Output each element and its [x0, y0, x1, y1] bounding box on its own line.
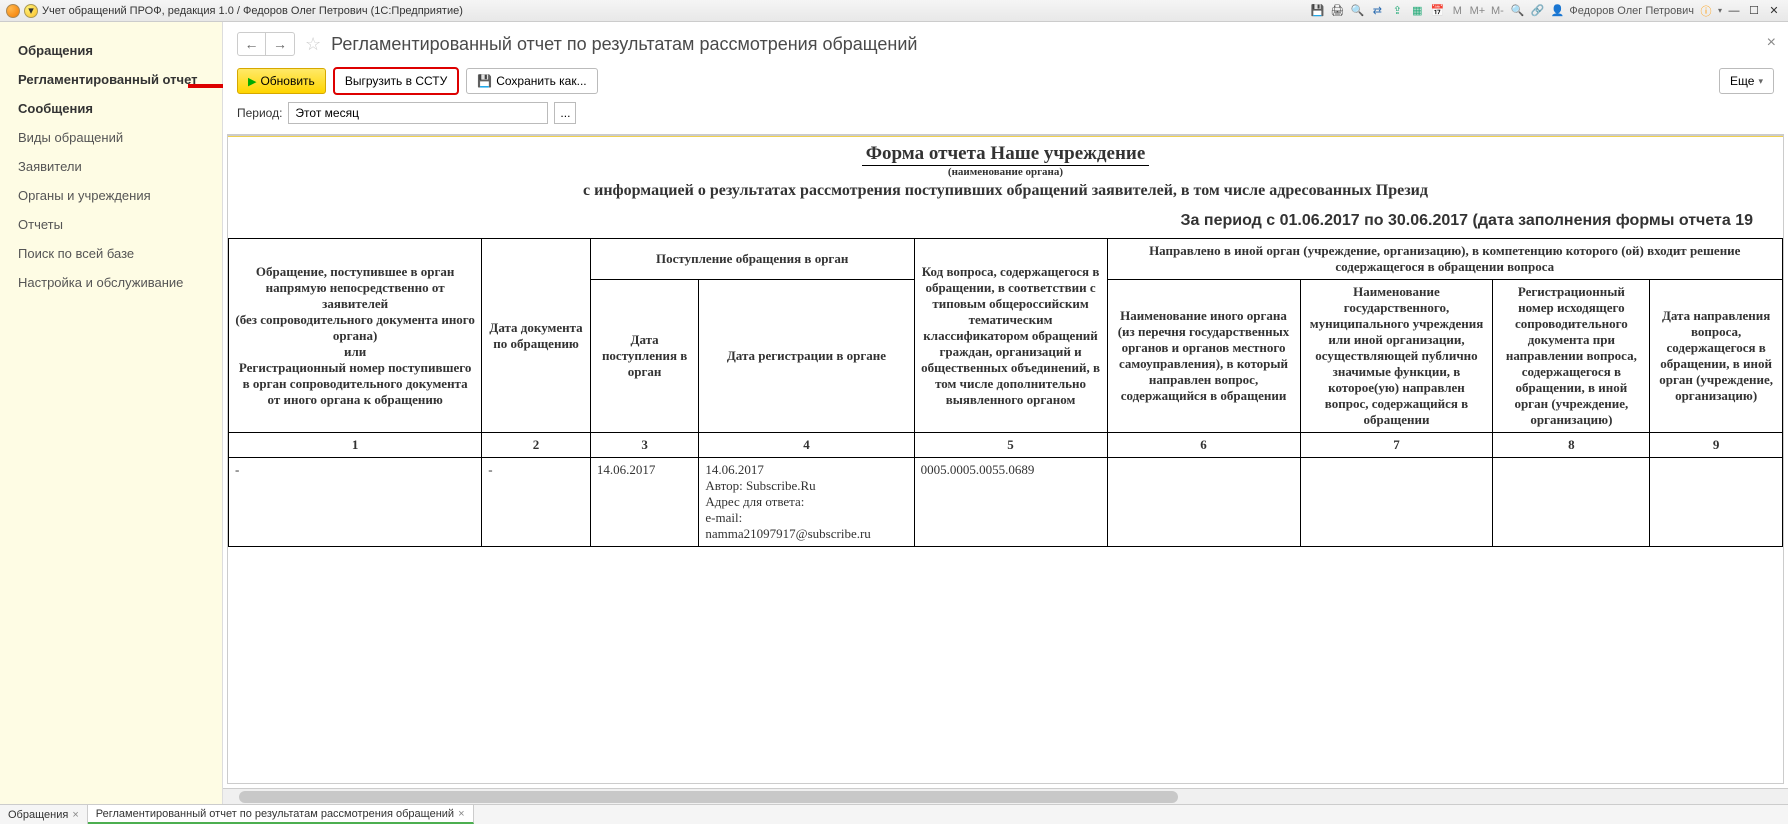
- nav-back-button[interactable]: ←: [238, 33, 266, 55]
- th-col8: Регистрационный номер исходящего сопрово…: [1493, 280, 1650, 433]
- favorite-star-icon[interactable]: ☆: [305, 34, 321, 55]
- preview-icon[interactable]: 🔍: [1349, 3, 1365, 19]
- report-subtitle: (наименование органа): [234, 166, 1777, 178]
- user-name: Федоров Олег Петрович: [1569, 5, 1694, 17]
- cell-c5: 0005.0005.0055.0689: [914, 458, 1107, 547]
- close-window-icon[interactable]: ✕: [1766, 3, 1782, 19]
- sidebar-item-types[interactable]: Виды обращений: [0, 123, 222, 152]
- report-title: Форма отчета Наше учреждение: [862, 143, 1150, 166]
- cell-c7: [1300, 458, 1493, 547]
- m-plus-icon[interactable]: M+: [1469, 3, 1485, 19]
- report-scroll-area[interactable]: Форма отчета Наше учреждение (наименован…: [227, 135, 1784, 784]
- grid-icon[interactable]: ▦: [1409, 3, 1425, 19]
- horizontal-scrollbar[interactable]: [223, 788, 1788, 804]
- th-col9: Дата направления вопроса, содержащегося …: [1650, 280, 1783, 433]
- th-num-8: 8: [1493, 433, 1650, 458]
- cell-c1: -: [229, 458, 482, 547]
- save-icon[interactable]: 💾: [1309, 3, 1325, 19]
- nav-forward-button[interactable]: →: [266, 33, 294, 55]
- report-description: с информацией о результатах рассмотрения…: [234, 178, 1777, 204]
- m-icon[interactable]: M: [1449, 3, 1465, 19]
- th-num-4: 4: [699, 433, 914, 458]
- play-icon: ▶: [248, 75, 256, 88]
- m-minus-icon[interactable]: M-: [1489, 3, 1505, 19]
- sidebar: Обращения Регламентированный отчет Сообщ…: [0, 22, 223, 804]
- sidebar-item-applicants[interactable]: Заявители: [0, 152, 222, 181]
- chevron-down-icon: ▾: [1758, 76, 1763, 87]
- more-button[interactable]: Еще ▾: [1719, 68, 1774, 94]
- sidebar-item-reports[interactable]: Отчеты: [0, 210, 222, 239]
- period-input[interactable]: [288, 102, 548, 124]
- print-icon[interactable]: 🖨: [1329, 3, 1345, 19]
- report-table: Обращение, поступившее в орган напрямую …: [228, 238, 1783, 547]
- tab-regreport[interactable]: Регламентированный отчет по результатам …: [88, 805, 474, 824]
- cell-c4: 14.06.2017 Автор: Subscribe.Ru Адрес для…: [699, 458, 914, 547]
- sidebar-item-regreport[interactable]: Регламентированный отчет: [0, 65, 222, 94]
- th-col6: Наименование иного органа (из перечня го…: [1107, 280, 1300, 433]
- th-num-2: 2: [482, 433, 591, 458]
- cell-c6: [1107, 458, 1300, 547]
- window-titlebar: ▾ Учет обращений ПРОФ, редакция 1.0 / Фе…: [0, 0, 1788, 22]
- report-period-line: За период с 01.06.2017 по 30.06.2017 (да…: [228, 210, 1783, 238]
- disk-icon: 💾: [477, 74, 492, 88]
- compare-icon[interactable]: ⇄: [1369, 3, 1385, 19]
- user-icon: 👤: [1549, 3, 1565, 19]
- export-sstu-button[interactable]: Выгрузить в ССТУ: [334, 68, 458, 94]
- period-label: Период:: [237, 106, 282, 120]
- th-group-arrival: Поступление обращения в орган: [590, 239, 914, 280]
- window-title: Учет обращений ПРОФ, редакция 1.0 / Федо…: [42, 5, 463, 17]
- dropdown-icon[interactable]: ▾: [24, 4, 38, 18]
- th-num-6: 6: [1107, 433, 1300, 458]
- sidebar-item-organs[interactable]: Органы и учреждения: [0, 181, 222, 210]
- table-row: - - 14.06.2017 14.06.2017 Автор: Subscri…: [229, 458, 1783, 547]
- cell-c2: -: [482, 458, 591, 547]
- maximize-icon[interactable]: ☐: [1746, 3, 1762, 19]
- sidebar-item-search[interactable]: Поиск по всей базе: [0, 239, 222, 268]
- link-icon[interactable]: 🔗: [1529, 3, 1545, 19]
- th-col3: Дата поступления в орган: [590, 280, 699, 433]
- bottom-tabs: Обращения × Регламентированный отчет по …: [0, 804, 1788, 824]
- period-select-button[interactable]: ...: [554, 102, 576, 124]
- sidebar-item-appeals[interactable]: Обращения: [0, 36, 222, 65]
- tab-close-icon[interactable]: ×: [458, 808, 464, 820]
- minimize-icon[interactable]: —: [1726, 3, 1742, 19]
- th-col2: Дата документа по обращению: [482, 239, 591, 433]
- sidebar-item-settings[interactable]: Настройка и обслуживание: [0, 268, 222, 297]
- th-group-forwarded: Направлено в иной орган (учреждение, орг…: [1107, 239, 1782, 280]
- zoom-icon[interactable]: 🔍: [1509, 3, 1525, 19]
- calendar-icon[interactable]: 📅: [1429, 3, 1445, 19]
- page-title: Регламентированный отчет по результатам …: [331, 34, 917, 55]
- th-col5: Код вопроса, содержащегося в обращении, …: [914, 239, 1107, 433]
- info-icon[interactable]: ⓘ: [1698, 3, 1714, 19]
- th-col1: Обращение, поступившее в орган напрямую …: [229, 239, 482, 433]
- cell-c3: 14.06.2017: [590, 458, 699, 547]
- app-icon-1c: [6, 4, 20, 18]
- tab-appeals[interactable]: Обращения ×: [0, 805, 88, 824]
- cell-c8: [1493, 458, 1650, 547]
- th-num-1: 1: [229, 433, 482, 458]
- export-icon[interactable]: ⇪: [1389, 3, 1405, 19]
- th-num-9: 9: [1650, 433, 1783, 458]
- cell-c9: [1650, 458, 1783, 547]
- th-col4: Дата регистрации в органе: [699, 280, 914, 433]
- th-num-5: 5: [914, 433, 1107, 458]
- sidebar-item-messages[interactable]: Сообщения: [0, 94, 222, 123]
- refresh-button[interactable]: ▶Обновить: [237, 68, 326, 94]
- th-num-7: 7: [1300, 433, 1493, 458]
- close-tab-icon[interactable]: ×: [1767, 34, 1776, 52]
- th-col7: Наименование государственного, муниципал…: [1300, 280, 1493, 433]
- th-num-3: 3: [590, 433, 699, 458]
- save-as-button[interactable]: 💾Сохранить как...: [466, 68, 597, 94]
- tab-close-icon[interactable]: ×: [72, 809, 78, 821]
